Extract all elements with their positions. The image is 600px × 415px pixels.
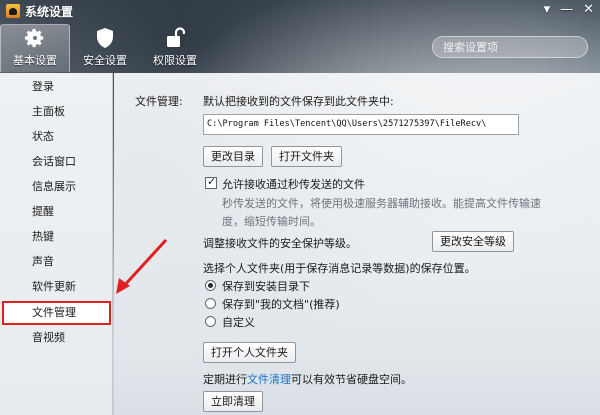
- radio-custom[interactable]: [205, 316, 216, 327]
- radio-my-documents[interactable]: [205, 298, 216, 309]
- second-transfer-description-2: 度，缩短传输时间。: [222, 215, 321, 228]
- open-personal-folder-button[interactable]: 打开个人文件夹: [203, 342, 296, 363]
- sidebar-item-sound[interactable]: 声音: [2, 250, 111, 274]
- default-path-description: 默认把接收到的文件保存到此文件夹中:: [203, 95, 394, 108]
- section-label: 文件管理:: [135, 95, 183, 108]
- change-directory-button[interactable]: 更改目录: [203, 146, 263, 167]
- sidebar-item-status[interactable]: 状态: [2, 125, 111, 149]
- allow-second-transfer-checkbox[interactable]: [205, 175, 217, 189]
- sidebar-item-info-display[interactable]: 信息展示: [2, 175, 111, 199]
- sidebar-item-hotkeys[interactable]: 热键: [2, 225, 111, 249]
- radio-custom-label: 自定义: [222, 316, 255, 329]
- allow-second-transfer-label: 允许接收通过秒传发送的文件: [222, 178, 365, 191]
- window-controls: ▾ — ✕: [544, 3, 594, 17]
- cleanup-prefix: 定期进行: [203, 373, 247, 386]
- change-security-level-button[interactable]: 更改安全等级: [432, 231, 514, 252]
- tab-basic-settings[interactable]: 基本设置: [0, 24, 70, 72]
- settings-window: 系统设置 ▾ — ✕ 基本设置 安全设置 权限设置 搜索设置项 登录 主面板 状…: [0, 0, 600, 415]
- app-penguin-icon: [6, 4, 20, 18]
- tab-permission-settings[interactable]: 权限设置: [140, 24, 210, 72]
- tab-label: 安全设置: [83, 54, 127, 67]
- sidebar-item-reminder[interactable]: 提醒: [2, 200, 111, 224]
- shield-icon: [97, 28, 113, 48]
- cleanup-text: 定期进行文件清理可以有效节省硬盘空间。: [203, 371, 412, 387]
- lock-icon: [167, 27, 185, 47]
- cleanup-now-button[interactable]: 立即清理: [203, 391, 263, 412]
- top-tabs: 基本设置 安全设置 权限设置: [0, 24, 210, 72]
- radio-install-directory[interactable]: [205, 280, 216, 291]
- red-arrow-annotation: [116, 238, 168, 294]
- tab-label: 权限设置: [153, 54, 197, 67]
- file-cleanup-link[interactable]: 文件清理: [247, 373, 291, 386]
- second-transfer-description-1: 秒传发送的文件，将使用极速服务器辅助接收。能提高文件传输速: [222, 197, 541, 210]
- radio-install-directory-label: 保存到安装目录下: [222, 280, 310, 293]
- radio-my-documents-label: 保存到"我的文档"(推荐): [222, 298, 340, 311]
- security-level-text: 调整接收文件的安全保护等级。: [203, 237, 357, 250]
- window-title: 系统设置: [25, 4, 74, 19]
- tab-security-settings[interactable]: 安全设置: [70, 24, 140, 72]
- sidebar-item-login[interactable]: 登录: [2, 75, 111, 99]
- menu-dropdown-button[interactable]: ▾: [544, 3, 551, 17]
- personal-folder-text: 选择个人文件夹(用于保存消息记录等数据)的保存位置。: [203, 262, 476, 275]
- sidebar-item-audio-video[interactable]: 音视频: [2, 326, 111, 350]
- title-bar: 系统设置 ▾ — ✕: [0, 0, 600, 22]
- sidebar-item-software-update[interactable]: 软件更新: [2, 275, 111, 299]
- minimize-button[interactable]: —: [560, 3, 573, 17]
- open-folder-button[interactable]: 打开文件夹: [271, 146, 342, 167]
- save-path-field[interactable]: C:\Program Files\Tencent\QQ\Users\257127…: [203, 114, 519, 135]
- close-button[interactable]: ✕: [583, 3, 594, 17]
- sidebar-item-main-panel[interactable]: 主面板: [2, 100, 111, 124]
- sidebar: 登录 主面板 状态 会话窗口 信息展示 提醒 热键 声音 软件更新 文件管理 音…: [0, 73, 113, 415]
- cleanup-suffix: 可以有效节省硬盘空间。: [291, 373, 412, 386]
- tab-label: 基本设置: [13, 54, 57, 67]
- gear-icon: [24, 28, 44, 48]
- search-input[interactable]: [433, 40, 588, 54]
- sidebar-item-file-management[interactable]: 文件管理: [2, 301, 111, 325]
- search-box: [432, 36, 588, 58]
- sidebar-item-chat-window[interactable]: 会话窗口: [2, 150, 111, 174]
- file-management-panel: 文件管理: 默认把接收到的文件保存到此文件夹中: C:\Program File…: [114, 73, 600, 415]
